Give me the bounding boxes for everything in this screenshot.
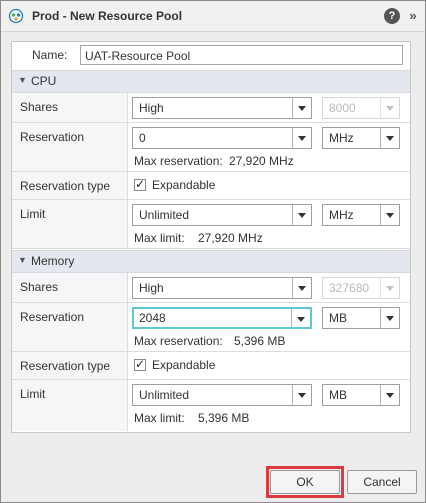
memory-limit-value: Unlimited xyxy=(139,388,190,402)
memory-shares-select[interactable]: High xyxy=(132,277,312,299)
cpu-shares-value: High xyxy=(139,101,164,115)
cpu-expandable-checkbox[interactable] xyxy=(134,177,146,191)
cpu-reservation-unit: MHz xyxy=(329,131,354,145)
memory-reservation-value: 2048 xyxy=(139,311,166,325)
dropdown-arrow-icon[interactable] xyxy=(380,308,399,328)
dropdown-arrow-icon[interactable] xyxy=(380,128,399,148)
memory-max-limit-value: 5,396 MB xyxy=(198,411,250,425)
name-row: Name: UAT-Resource Pool xyxy=(12,42,410,70)
memory-max-reservation-label: Max reservation: xyxy=(134,334,223,348)
name-label: Name: xyxy=(32,48,68,62)
memory-expandable-label: Expandable xyxy=(152,358,216,372)
name-input[interactable]: UAT-Resource Pool xyxy=(80,45,403,65)
cpu-shares-number-select: 8000 xyxy=(322,97,400,119)
cpu-shares-number: 8000 xyxy=(329,101,356,115)
dropdown-arrow-icon xyxy=(380,278,399,298)
memory-reservation-unit: MB xyxy=(329,311,347,325)
cpu-shares-row: Shares High 8000 xyxy=(12,93,410,123)
memory-reservation-input[interactable]: 2048 xyxy=(132,307,312,329)
memory-shares-label: Shares xyxy=(20,280,59,294)
cpu-max-reservation-value: 27,920 MHz xyxy=(229,154,294,168)
collapse-caret-icon[interactable]: ▼ xyxy=(18,255,27,265)
ok-button[interactable]: OK xyxy=(270,470,340,494)
cpu-limit-input[interactable]: Unlimited xyxy=(132,204,312,226)
memory-reservation-unit-select[interactable]: MB xyxy=(322,307,400,329)
memory-max-reservation-value: 5,396 MB xyxy=(234,334,286,348)
cpu-shares-label: Shares xyxy=(20,100,59,114)
dropdown-arrow-icon[interactable] xyxy=(292,385,311,405)
cpu-reservation-row: Reservation 0 MHz Max reservation: 27,92… xyxy=(12,123,410,172)
collapse-caret-icon[interactable]: ▼ xyxy=(18,75,27,85)
help-icon[interactable]: ? xyxy=(384,8,400,24)
cpu-reservation-type-label: Reservation type xyxy=(20,179,111,193)
cpu-expandable-label: Expandable xyxy=(152,178,216,192)
memory-limit-input[interactable]: Unlimited xyxy=(132,384,312,406)
memory-limit-label: Limit xyxy=(20,387,46,401)
dropdown-arrow-icon[interactable] xyxy=(380,205,399,225)
cpu-limit-label: Limit xyxy=(20,207,46,221)
new-resource-pool-dialog: Prod - New Resource Pool ? » Name: UAT-R… xyxy=(0,0,426,503)
cancel-button[interactable]: Cancel xyxy=(347,470,417,494)
memory-section-header[interactable]: ▼ Memory xyxy=(12,250,410,273)
cpu-max-reservation-label: Max reservation: xyxy=(134,154,223,168)
cpu-reservation-unit-select[interactable]: MHz xyxy=(322,127,400,149)
cpu-reservation-type-row: Reservation type Expandable xyxy=(12,172,410,200)
forward-arrows-icon[interactable]: » xyxy=(405,7,421,25)
memory-limit-row: Limit Unlimited MB Max limit: 5,396 MB xyxy=(12,380,410,431)
memory-limit-unit: MB xyxy=(329,388,347,402)
cpu-limit-row: Limit Unlimited MHz Max limit: 27,920 MH… xyxy=(12,200,410,249)
memory-limit-unit-select[interactable]: MB xyxy=(322,384,400,406)
memory-shares-value: High xyxy=(139,281,164,295)
dropdown-arrow-icon[interactable] xyxy=(292,205,311,225)
cpu-shares-select[interactable]: High xyxy=(132,97,312,119)
cpu-limit-unit-select[interactable]: MHz xyxy=(322,204,400,226)
cpu-max-limit-value: 27,920 MHz xyxy=(198,231,263,245)
dropdown-arrow-icon[interactable] xyxy=(292,128,311,148)
cpu-reservation-value: 0 xyxy=(139,131,146,145)
memory-max-limit-label: Max limit: xyxy=(134,411,185,425)
dropdown-arrow-icon[interactable] xyxy=(380,385,399,405)
memory-shares-row: Shares High 327680 xyxy=(12,273,410,303)
memory-reservation-type-label: Reservation type xyxy=(20,359,111,373)
resource-pool-icon xyxy=(8,8,24,24)
cpu-reservation-input[interactable]: 0 xyxy=(132,127,312,149)
cpu-limit-value: Unlimited xyxy=(139,208,190,222)
dropdown-arrow-icon[interactable] xyxy=(291,309,310,329)
cpu-limit-unit: MHz xyxy=(329,208,354,222)
cpu-reservation-label: Reservation xyxy=(20,130,85,144)
memory-reservation-row: Reservation 2048 MB Max reservation: 5,3… xyxy=(12,303,410,352)
dialog-title: Prod - New Resource Pool xyxy=(32,9,183,23)
dialog-content: Name: UAT-Resource Pool ▼ CPU Shares Hig… xyxy=(11,41,411,433)
cpu-section-title: CPU xyxy=(31,74,57,88)
memory-reservation-type-row: Reservation type Expandable xyxy=(12,352,410,380)
cpu-max-limit-label: Max limit: xyxy=(134,231,185,245)
memory-shares-number-select: 327680 xyxy=(322,277,400,299)
cpu-section-header[interactable]: ▼ CPU xyxy=(12,70,410,93)
dialog-titlebar: Prod - New Resource Pool ? » xyxy=(1,1,425,32)
memory-section-title: Memory xyxy=(31,254,75,268)
dropdown-arrow-icon[interactable] xyxy=(292,278,311,298)
memory-reservation-label: Reservation xyxy=(20,310,85,324)
dropdown-arrow-icon[interactable] xyxy=(292,98,311,118)
dropdown-arrow-icon xyxy=(380,98,399,118)
memory-shares-number: 327680 xyxy=(329,281,370,295)
memory-expandable-checkbox[interactable] xyxy=(134,357,146,371)
